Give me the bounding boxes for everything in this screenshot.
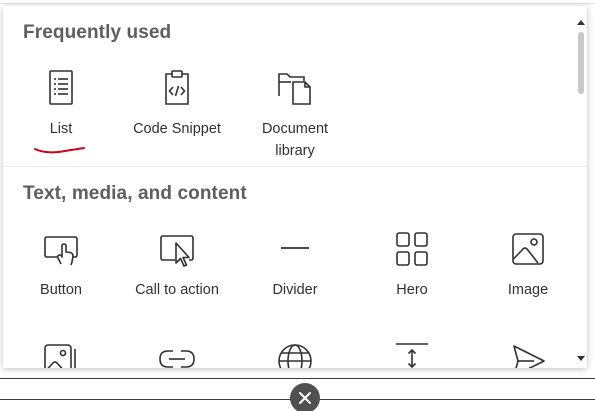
- spacer-icon: [396, 343, 428, 368]
- vertical-scrollbar[interactable]: [575, 6, 587, 368]
- web-part-divider[interactable]: Divider: [237, 229, 353, 301]
- web-part-button[interactable]: Button: [3, 229, 119, 301]
- web-part-send[interactable]: [470, 341, 586, 368]
- web-part-image-gallery[interactable]: [3, 341, 119, 368]
- document-library-icon: [278, 73, 311, 105]
- top-border-line: [0, 3, 595, 4]
- scroll-up-arrow-icon[interactable]: [577, 20, 585, 25]
- divider-icon: [281, 247, 309, 249]
- web-part-document-library[interactable]: Document library: [237, 68, 353, 162]
- image-gallery-icon: [44, 344, 76, 368]
- hero-icon: [396, 232, 428, 266]
- web-part-picker-screen: Frequently used List Code Snippet Docume…: [0, 0, 595, 411]
- web-part-image[interactable]: Image: [470, 229, 586, 301]
- web-part-hero[interactable]: Hero: [354, 229, 470, 301]
- web-part-label: Code Snippet: [133, 121, 221, 137]
- web-part-label: List: [49, 121, 73, 137]
- web-part-embed[interactable]: [237, 341, 353, 368]
- web-part-label: Button: [40, 282, 82, 298]
- section-title-text-media-content: Text, media, and content: [23, 183, 247, 204]
- web-part-label: Hero: [396, 282, 428, 298]
- close-toolbox-button[interactable]: [290, 383, 320, 411]
- web-part-label: Call to action: [135, 282, 219, 298]
- close-icon: [299, 392, 311, 404]
- web-part-label: Document library: [261, 121, 329, 159]
- button-icon: [44, 236, 78, 266]
- send-icon: [513, 345, 545, 368]
- section-divider: [3, 166, 587, 167]
- code-snippet-icon: [165, 70, 189, 105]
- web-part-spacer[interactable]: [354, 341, 470, 368]
- web-part-toolbox-panel: Frequently used List Code Snippet Docume…: [3, 6, 587, 368]
- link-icon: [159, 350, 195, 368]
- canvas-section-line-top: [0, 378, 595, 379]
- scrollbar-thumb[interactable]: [578, 32, 584, 94]
- scroll-down-arrow-icon[interactable]: [577, 356, 585, 361]
- call-to-action-icon: [160, 235, 194, 267]
- web-part-code-snippet[interactable]: Code Snippet: [119, 68, 235, 140]
- web-part-list[interactable]: List: [3, 68, 119, 140]
- web-part-label: Divider: [272, 282, 318, 298]
- web-part-label: Image: [507, 282, 549, 298]
- web-part-link[interactable]: [119, 341, 235, 368]
- section-title-frequently-used: Frequently used: [23, 22, 172, 43]
- globe-icon: [278, 344, 312, 368]
- handwritten-underline-annotation: [34, 147, 85, 154]
- web-part-call-to-action[interactable]: Call to action: [119, 229, 235, 301]
- list-icon: [49, 70, 73, 105]
- image-icon: [512, 233, 544, 265]
